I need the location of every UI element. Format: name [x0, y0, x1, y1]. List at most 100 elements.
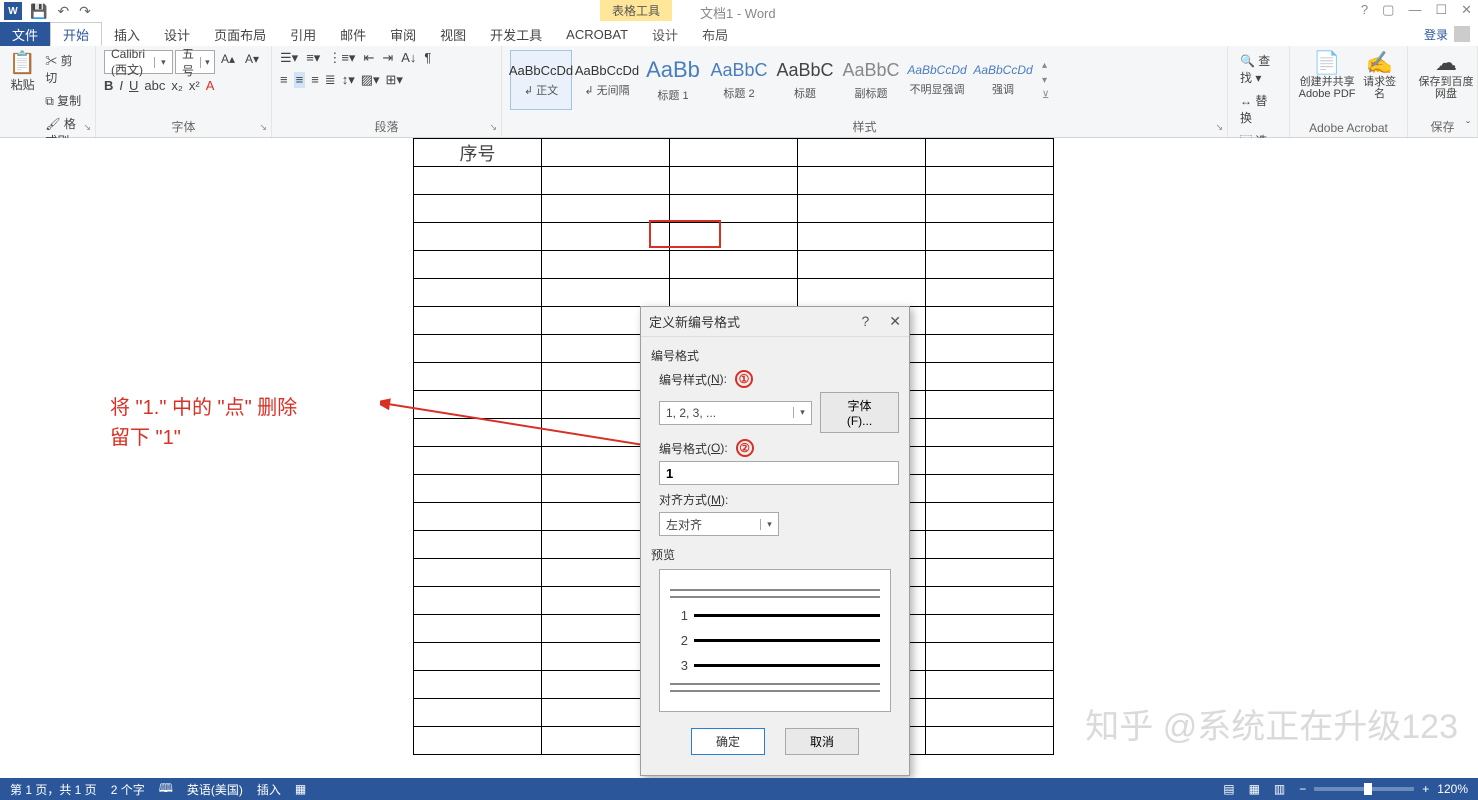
grow-font-icon[interactable]: A▴	[217, 50, 239, 74]
table-cell[interactable]	[926, 447, 1054, 475]
tab-insert[interactable]: 插入	[102, 22, 152, 46]
linespacing-button[interactable]: ↕▾	[342, 72, 355, 88]
tab-design[interactable]: 设计	[152, 22, 202, 46]
fontcolor-button[interactable]: A	[206, 78, 215, 93]
table-cell[interactable]	[542, 279, 670, 307]
table-cell[interactable]	[926, 727, 1054, 755]
collapse-ribbon-icon[interactable]: ˇ	[1466, 119, 1470, 133]
paste-button[interactable]: 📋 粘贴	[8, 50, 37, 151]
shading-button[interactable]: ▨▾	[361, 72, 380, 88]
font-button[interactable]: 字体(F)...	[820, 392, 899, 433]
find-button[interactable]: 🔍 查找 ▾	[1236, 50, 1281, 88]
help-icon[interactable]: ?	[1361, 2, 1368, 18]
dialog-launcher-icon[interactable]: ↘	[1215, 122, 1223, 133]
table-cell[interactable]	[542, 195, 670, 223]
table-cell[interactable]	[798, 167, 926, 195]
showmarks-button[interactable]: ¶	[424, 50, 431, 66]
table-cell[interactable]	[414, 559, 542, 587]
font-size-combo[interactable]: 五号▾	[175, 50, 215, 74]
table-cell[interactable]: 序号	[414, 139, 542, 167]
outdent-button[interactable]: ⇤	[363, 50, 374, 66]
sort-button[interactable]: A↓	[401, 50, 416, 66]
zoom-in-icon[interactable]: +	[1422, 782, 1429, 796]
table-cell[interactable]	[926, 307, 1054, 335]
cut-button[interactable]: ✂ 剪切	[41, 50, 87, 88]
table-cell[interactable]	[542, 167, 670, 195]
status-lang[interactable]: 英语(美国)	[187, 781, 243, 798]
dialog-launcher-icon[interactable]: ↘	[259, 122, 267, 133]
table-cell[interactable]	[798, 279, 926, 307]
number-style-combo[interactable]: 1, 2, 3, ... ▾	[659, 401, 812, 425]
style-item[interactable]: AaBb标题 1	[642, 50, 704, 110]
ok-button[interactable]: 确定	[691, 728, 765, 755]
table-cell[interactable]	[414, 531, 542, 559]
styles-down-icon[interactable]: ▾	[1042, 75, 1049, 86]
copy-button[interactable]: ⧉ 复制	[41, 90, 87, 111]
table-cell[interactable]	[798, 223, 926, 251]
table-cell[interactable]	[798, 139, 926, 167]
table-cell[interactable]	[926, 195, 1054, 223]
bold-button[interactable]: B	[104, 78, 113, 93]
style-item[interactable]: AaBbCcDd强调	[972, 50, 1034, 110]
status-macro-icon[interactable]: ▦	[295, 782, 306, 796]
status-words[interactable]: 2 个字	[111, 781, 145, 798]
tab-view[interactable]: 视图	[428, 22, 478, 46]
table-cell[interactable]	[926, 699, 1054, 727]
table-cell[interactable]	[414, 195, 542, 223]
align-left-button[interactable]: ≡	[280, 72, 288, 88]
status-insert[interactable]: 插入	[257, 781, 281, 798]
table-cell[interactable]	[414, 307, 542, 335]
table-cell[interactable]	[926, 419, 1054, 447]
savecloud-button[interactable]: ☁ 保存到百度网盘	[1416, 50, 1476, 100]
alignment-combo[interactable]: 左对齐 ▾	[659, 512, 779, 536]
dialog-close-icon[interactable]: ✕	[889, 313, 901, 330]
tab-references[interactable]: 引用	[278, 22, 328, 46]
justify-button[interactable]: ≣	[325, 72, 336, 88]
tab-table-design[interactable]: 设计	[640, 22, 690, 46]
table-cell[interactable]	[414, 671, 542, 699]
table-cell[interactable]	[670, 251, 798, 279]
undo-icon[interactable]: ↶	[57, 3, 69, 20]
replace-button[interactable]: ↔ 替换	[1236, 90, 1281, 128]
table-cell[interactable]	[414, 251, 542, 279]
shrink-font-icon[interactable]: A▾	[241, 50, 263, 74]
minimize-icon[interactable]: —	[1408, 2, 1421, 18]
view-web-icon[interactable]: ▥	[1274, 782, 1285, 796]
indent-button[interactable]: ⇥	[382, 50, 393, 66]
style-item[interactable]: AaBbC副标题	[840, 50, 902, 110]
align-right-button[interactable]: ≡	[311, 72, 319, 88]
zoom-out-icon[interactable]: −	[1299, 782, 1306, 796]
table-cell[interactable]	[926, 335, 1054, 363]
style-item[interactable]: AaBbC标题	[774, 50, 836, 110]
style-item[interactable]: AaBbCcDd↲ 无间隔	[576, 50, 638, 110]
tab-developer[interactable]: 开发工具	[478, 22, 554, 46]
table-cell[interactable]	[926, 279, 1054, 307]
underline-button[interactable]: U	[129, 78, 138, 93]
superscript-button[interactable]: x²	[189, 78, 200, 93]
table-cell[interactable]	[414, 727, 542, 755]
table-cell[interactable]	[926, 475, 1054, 503]
table-cell[interactable]	[670, 139, 798, 167]
status-lang-icon[interactable]: 🕮	[159, 779, 173, 800]
strike-button[interactable]: abc	[144, 78, 165, 93]
table-cell[interactable]	[414, 699, 542, 727]
dialog-launcher-icon[interactable]: ↘	[83, 122, 91, 133]
numbering-button[interactable]: ≡▾	[306, 50, 320, 66]
save-icon[interactable]: 💾	[30, 3, 47, 20]
tab-review[interactable]: 审阅	[378, 22, 428, 46]
tab-pagelayout[interactable]: 页面布局	[202, 22, 278, 46]
dialog-help-icon[interactable]: ?	[861, 313, 869, 330]
ribbon-opts-icon[interactable]: ▢	[1382, 2, 1394, 18]
table-cell[interactable]	[542, 251, 670, 279]
table-cell[interactable]	[414, 167, 542, 195]
style-item[interactable]: AaBbCcDd↲ 正文	[510, 50, 572, 110]
table-cell[interactable]	[926, 559, 1054, 587]
table-cell[interactable]	[414, 643, 542, 671]
view-readmode-icon[interactable]: ▤	[1223, 782, 1234, 796]
number-format-input[interactable]	[659, 461, 899, 485]
table-cell[interactable]	[414, 475, 542, 503]
borders-button[interactable]: ⊞▾	[386, 72, 403, 88]
table-cell[interactable]	[414, 503, 542, 531]
tab-file[interactable]: 文件	[0, 22, 50, 46]
style-item[interactable]: AaBbC标题 2	[708, 50, 770, 110]
